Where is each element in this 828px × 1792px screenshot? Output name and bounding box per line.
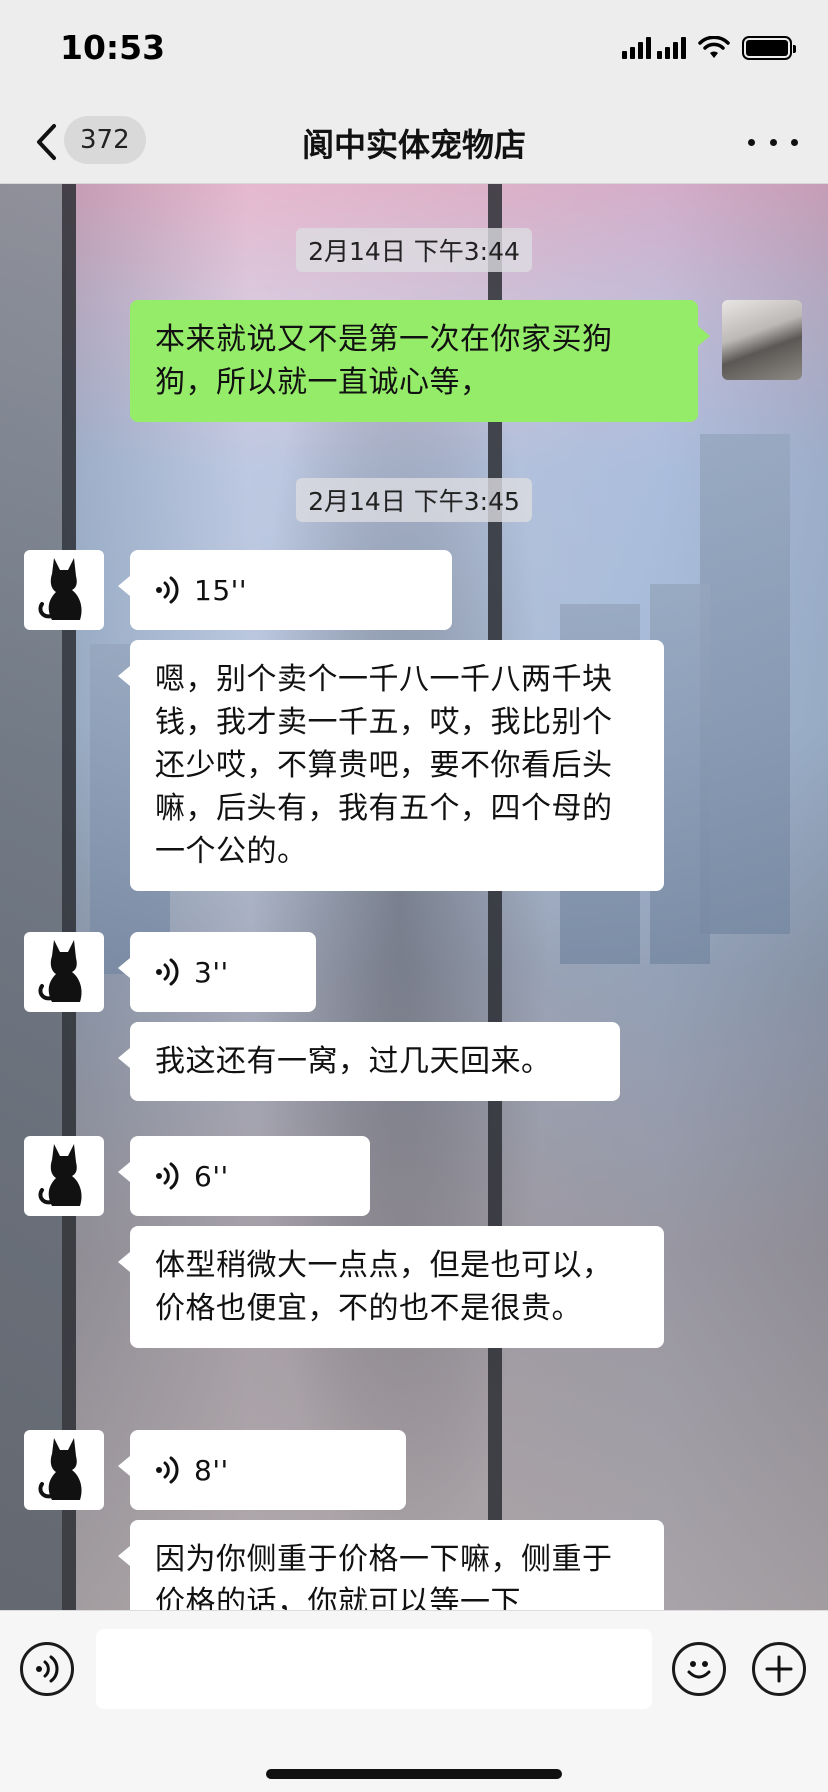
wifi-icon (698, 36, 730, 58)
contact-avatar[interactable] (24, 1136, 104, 1216)
voice-duration: 6'' (194, 1159, 229, 1193)
contact-avatar[interactable] (24, 1430, 104, 1510)
plus-icon (765, 1655, 793, 1683)
received-message-bubble[interactable]: 体型稍微大一点点，但是也可以，价格也便宜，不的也不是很贵。 (118, 1226, 664, 1348)
wallpaper-wall (0, 184, 62, 1610)
cat-avatar-icon (38, 1144, 82, 1206)
contact-avatar[interactable] (24, 932, 104, 1012)
status-bar: 10:53 (0, 0, 828, 100)
timestamp: 2月14日 下午3:45 (0, 478, 828, 522)
voice-message-bubble[interactable]: 6'' (118, 1136, 370, 1216)
voice-duration: 8'' (194, 1453, 229, 1487)
chat-title: 阆中实体宠物店 (301, 126, 526, 164)
input-bar (0, 1610, 828, 1792)
emoji-icon (687, 1661, 711, 1679)
cat-avatar-icon (38, 558, 82, 620)
voice-input-icon (36, 1655, 59, 1683)
more-button[interactable] (748, 124, 798, 160)
status-icons (622, 36, 796, 60)
contact-avatar[interactable] (24, 550, 104, 630)
voice-message-bubble[interactable]: 3'' (118, 932, 316, 1012)
more-functions-button[interactable] (752, 1642, 806, 1696)
emoji-button[interactable] (672, 1642, 726, 1696)
chat-message-list[interactable]: 2月14日 下午3:44 本来就说又不是第一次在你家买狗狗，所以就一直诚心等， … (0, 184, 828, 1610)
message-input[interactable] (96, 1629, 652, 1709)
status-time: 10:53 (60, 28, 166, 67)
cat-avatar-icon (38, 940, 82, 1002)
wallpaper-window-frame (62, 184, 76, 1610)
voice-message-bubble[interactable]: 15'' (118, 550, 452, 630)
voice-wave-icon (156, 1162, 179, 1190)
voice-duration: 15'' (194, 573, 248, 607)
voice-duration: 3'' (194, 955, 229, 989)
cat-avatar-icon (38, 1438, 82, 1500)
received-message-bubble[interactable]: 嗯，别个卖个一千八一千八两千块钱，我才卖一千五，哎，我比别个还少哎，不算贵吧，要… (118, 640, 664, 891)
voice-wave-icon (156, 958, 179, 986)
more-icon (748, 138, 755, 146)
received-message-bubble[interactable]: 因为你侧重于价格一下嘛，侧重于价格的话，你就可以等一下 (118, 1520, 664, 1610)
voice-message-bubble[interactable]: 8'' (118, 1430, 406, 1510)
cellular-signal-icon (622, 37, 686, 59)
timestamp: 2月14日 下午3:44 (0, 228, 828, 272)
chat-header: 372 阆中实体宠物店 (0, 100, 828, 184)
battery-icon (742, 36, 796, 60)
voice-wave-icon (156, 576, 179, 604)
my-avatar[interactable] (722, 300, 802, 380)
received-message-bubble[interactable]: 我这还有一窝，过几天回来。 (118, 1022, 620, 1101)
sent-message-bubble[interactable]: 本来就说又不是第一次在你家买狗狗，所以就一直诚心等， (130, 300, 710, 422)
voice-wave-icon (156, 1456, 179, 1484)
home-indicator (266, 1769, 562, 1779)
voice-input-button[interactable] (20, 1642, 74, 1696)
